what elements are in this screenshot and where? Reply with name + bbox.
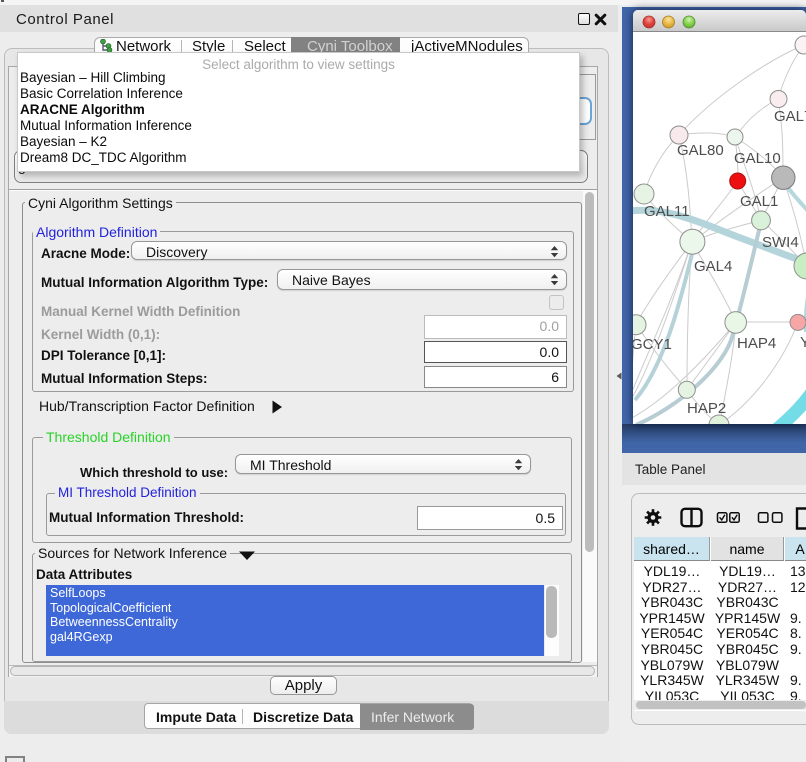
svg-text:SWI4: SWI4 [762,234,799,251]
svg-text:GAL11: GAL11 [644,203,690,220]
svg-text:GAL1: GAL1 [740,193,778,210]
svg-text:HAP4: HAP4 [737,335,776,352]
svg-text:Y: Y [800,334,806,351]
svg-text:GAL4: GAL4 [694,258,732,275]
svg-text:GAL7: GAL7 [774,108,806,125]
svg-text:GAL80: GAL80 [677,142,724,159]
svg-text:GAL10: GAL10 [734,150,781,167]
svg-text:GCY1: GCY1 [633,336,672,353]
svg-text:HAP2: HAP2 [687,400,726,417]
